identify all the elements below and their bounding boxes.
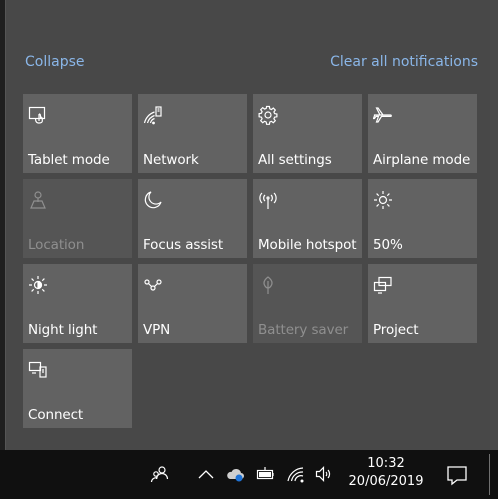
tile-mobile-hotspot[interactable]: Mobile hotspot: [253, 179, 362, 258]
connect-icon: [28, 360, 48, 380]
onedrive-icon[interactable]: [225, 464, 245, 484]
project-icon: [373, 275, 393, 295]
taskbar: 10:32 20/06/2019: [0, 450, 498, 499]
tile-label: Airplane mode: [373, 152, 471, 168]
tile-focus-assist[interactable]: Focus assist: [138, 179, 247, 258]
moon-icon: [143, 190, 163, 210]
tile-brightness[interactable]: 50%: [368, 179, 477, 258]
tile-label: Location: [28, 237, 85, 253]
tile-network[interactable]: Network: [138, 94, 247, 173]
tile-label: Mobile hotspot: [258, 237, 357, 253]
tile-label: Focus assist: [143, 237, 224, 253]
battery-icon[interactable]: [256, 464, 276, 484]
clock-date: 20/06/2019: [348, 474, 424, 489]
hotspot-icon: [258, 190, 278, 210]
location-icon: [28, 190, 48, 210]
tile-battery-saver[interactable]: Battery saver: [253, 264, 362, 343]
wifi-icon[interactable]: [286, 464, 306, 484]
tile-label: VPN: [143, 322, 171, 338]
tile-label: All settings: [258, 152, 332, 168]
chevron-up-icon[interactable]: [196, 464, 216, 484]
clear-all-notifications-link[interactable]: Clear all notifications: [330, 54, 478, 70]
clock[interactable]: 10:32 20/06/2019: [346, 455, 426, 491]
tile-connect[interactable]: Connect: [23, 349, 132, 428]
night-light-icon: [28, 275, 48, 295]
vpn-icon: [143, 275, 163, 295]
action-center-panel: Collapse Clear all notifications Tablet …: [5, 0, 498, 450]
action-center-icon: [447, 466, 467, 486]
taskbar-divider: [489, 454, 490, 495]
tile-airplane-mode[interactable]: Airplane mode: [368, 94, 477, 173]
tile-label: Tablet mode: [28, 152, 110, 168]
people-icon[interactable]: [150, 464, 170, 484]
airplane-icon: [373, 105, 393, 125]
network-icon: [143, 105, 163, 125]
tile-night-light[interactable]: Night light: [23, 264, 132, 343]
brightness-icon: [373, 190, 393, 210]
tile-tablet-mode[interactable]: Tablet mode: [23, 94, 132, 173]
panel-edge: [5, 0, 6, 450]
tile-vpn[interactable]: VPN: [138, 264, 247, 343]
clock-time: 10:32: [367, 456, 405, 471]
tile-location[interactable]: Location: [23, 179, 132, 258]
collapse-link[interactable]: Collapse: [25, 54, 85, 70]
settings-gear-icon: [258, 105, 278, 125]
battery-saver-icon: [258, 275, 278, 295]
tile-all-settings[interactable]: All settings: [253, 94, 362, 173]
tile-label: Network: [143, 152, 199, 168]
tile-label: Night light: [28, 322, 98, 338]
tile-project[interactable]: Project: [368, 264, 477, 343]
tile-label: Connect: [28, 407, 84, 423]
action-center-button[interactable]: [432, 450, 482, 499]
volume-icon[interactable]: [314, 464, 334, 484]
tile-label: 50%: [373, 237, 403, 253]
tablet-mode-icon: [28, 105, 48, 125]
tile-label: Project: [373, 322, 419, 338]
tile-label: Battery saver: [258, 322, 349, 338]
